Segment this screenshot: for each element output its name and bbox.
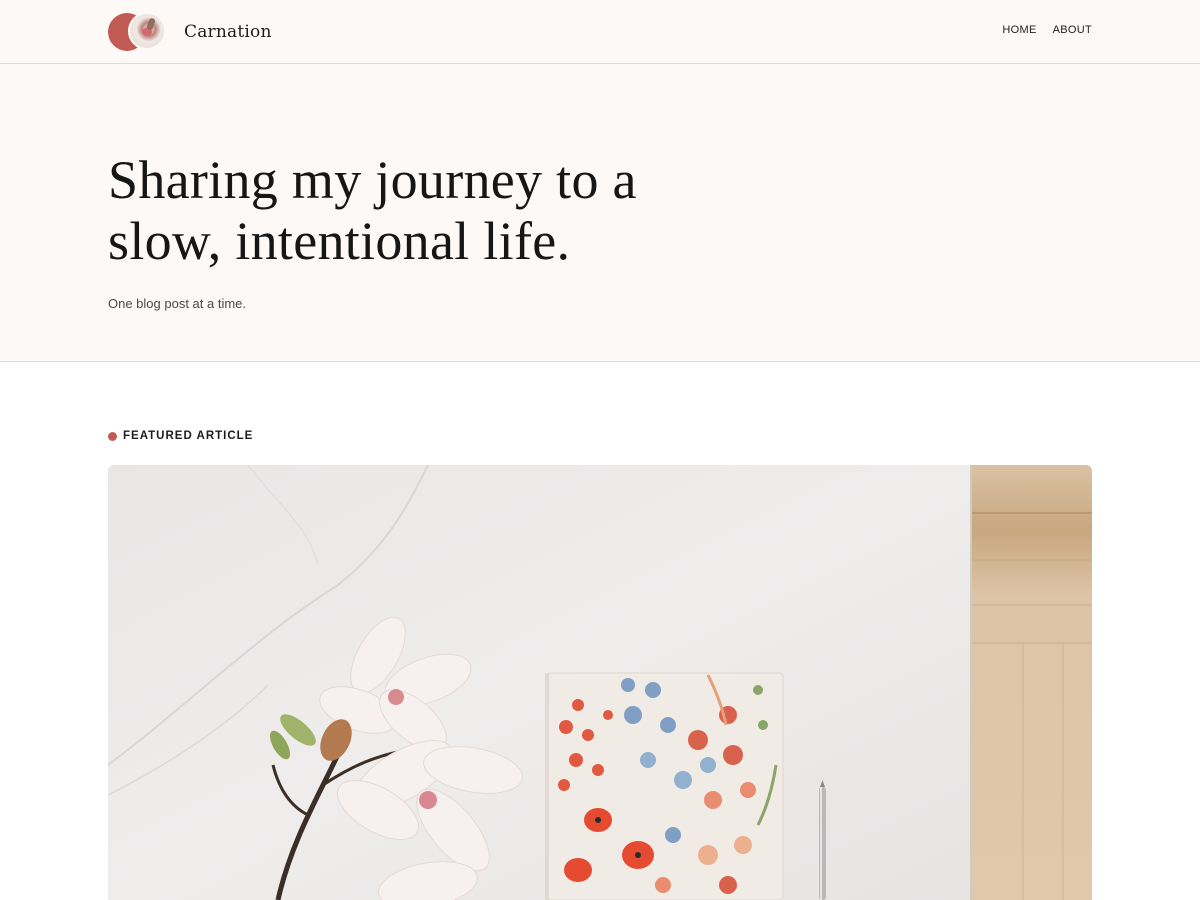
- nav-home-link[interactable]: HOME: [1002, 24, 1036, 36]
- site-logo[interactable]: [108, 12, 166, 52]
- nav-about-link[interactable]: ABOUT: [1053, 24, 1092, 36]
- brand-home-link[interactable]: Carnation: [108, 12, 272, 52]
- main-navigation: HOME ABOUT: [1002, 24, 1092, 36]
- featured-label-text: FEATURED ARTICLE: [123, 430, 254, 442]
- flowers-notebook-photo-icon: [108, 465, 1092, 900]
- featured-article-image[interactable]: [108, 465, 1092, 900]
- site-title[interactable]: Carnation: [184, 22, 272, 42]
- hero-title-line-2: slow, intentional life.: [108, 211, 571, 271]
- accent-dot-icon: [108, 431, 117, 441]
- hero-title: Sharing my journey to a slow, intentiona…: [108, 150, 748, 272]
- site-header: Carnation HOME ABOUT: [0, 0, 1200, 64]
- hero-section: Sharing my journey to a slow, intentiona…: [0, 64, 1200, 362]
- hero-title-line-1: Sharing my journey to a: [108, 150, 637, 210]
- featured-article-label: FEATURED ARTICLE: [108, 430, 253, 442]
- hero-subtitle: One blog post at a time.: [108, 296, 247, 311]
- logo-avatar-photo: [128, 12, 166, 50]
